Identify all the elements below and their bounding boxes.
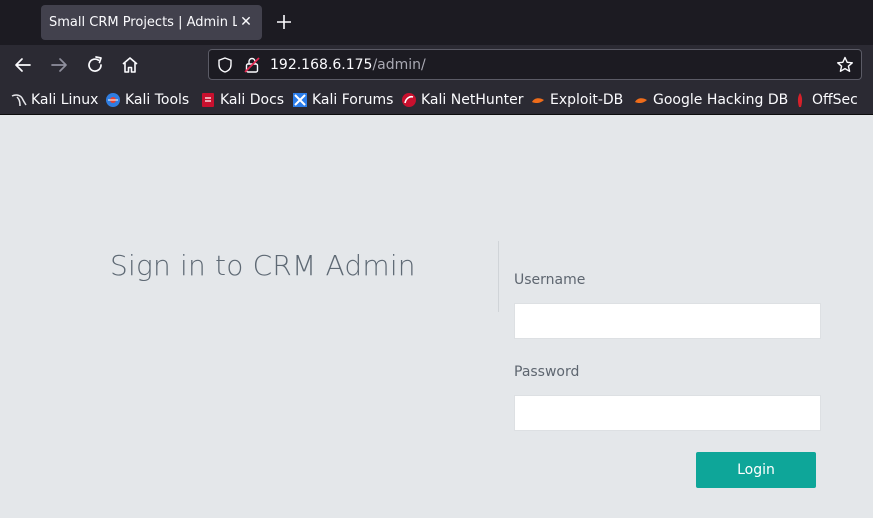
close-icon[interactable]: ✕ xyxy=(237,13,255,31)
exploit-db-icon xyxy=(530,92,546,108)
vertical-divider xyxy=(498,241,499,312)
bookmark-offsec[interactable]: OffSec xyxy=(792,85,858,115)
bookmark-label: Google Hacking DB xyxy=(653,92,789,108)
username-label: Username xyxy=(514,272,586,288)
kali-tools-icon xyxy=(105,92,121,108)
offsec-icon xyxy=(792,92,808,108)
insecure-lock-icon[interactable] xyxy=(243,56,261,74)
kali-dragon-icon xyxy=(11,92,27,108)
bookmark-label: Kali Docs xyxy=(220,92,285,108)
arrow-left-icon[interactable] xyxy=(11,53,35,77)
password-input[interactable] xyxy=(514,395,821,431)
shield-icon[interactable] xyxy=(216,56,234,74)
page-content: Sign in to CRM Admin Username Password L… xyxy=(0,115,873,518)
bookmarks-bar: Kali Linux Kali Tools Kali Docs Kali For… xyxy=(0,85,873,115)
bookmark-kali-nethunter[interactable]: Kali NetHunter xyxy=(401,85,523,115)
page-title: Sign in to CRM Admin xyxy=(110,249,416,282)
nav-toolbar: 192.168.6.175/admin/ xyxy=(0,45,873,85)
login-button[interactable]: Login xyxy=(696,452,816,488)
kali-forums-icon xyxy=(292,92,308,108)
reload-icon[interactable] xyxy=(83,53,107,77)
plus-icon[interactable] xyxy=(274,11,294,33)
bookmark-label: Kali Forums xyxy=(312,92,394,108)
bookmark-label: OffSec xyxy=(812,92,858,108)
url-path: /admin/ xyxy=(372,57,426,73)
bookmark-label: Exploit-DB xyxy=(550,92,624,108)
browser-window: Small CRM Projects | Admin Login ✕ xyxy=(0,0,873,518)
tab-title: Small CRM Projects | Admin Login xyxy=(49,15,237,30)
kali-docs-icon xyxy=(200,92,216,108)
bookmark-google-hacking-db[interactable]: Google Hacking DB xyxy=(633,85,788,115)
url-bar[interactable]: 192.168.6.175/admin/ xyxy=(208,49,862,80)
tab-strip: Small CRM Projects | Admin Login ✕ xyxy=(0,0,873,45)
bookmark-kali-forums[interactable]: Kali Forums xyxy=(292,85,393,115)
username-input[interactable] xyxy=(514,303,821,339)
password-label: Password xyxy=(514,364,580,380)
bookmark-label: Kali Linux xyxy=(31,92,99,108)
tab-active[interactable]: Small CRM Projects | Admin Login ✕ xyxy=(41,5,262,40)
arrow-right-icon[interactable] xyxy=(47,53,71,77)
bookmark-kali-tools[interactable]: Kali Tools xyxy=(105,85,189,115)
bookmark-label: Kali Tools xyxy=(125,92,190,108)
home-icon[interactable] xyxy=(118,53,142,77)
ghdb-icon xyxy=(633,92,649,108)
url-host: 192.168.6.175 xyxy=(270,57,373,73)
bookmark-kali-linux[interactable]: Kali Linux xyxy=(11,85,98,115)
bookmark-exploit-db[interactable]: Exploit-DB xyxy=(530,85,623,115)
nethunter-icon xyxy=(401,92,417,108)
url-text[interactable]: 192.168.6.175/admin/ xyxy=(270,57,426,74)
star-icon[interactable] xyxy=(835,55,855,75)
bookmark-label: Kali NetHunter xyxy=(421,92,524,108)
bookmark-kali-docs[interactable]: Kali Docs xyxy=(200,85,284,115)
